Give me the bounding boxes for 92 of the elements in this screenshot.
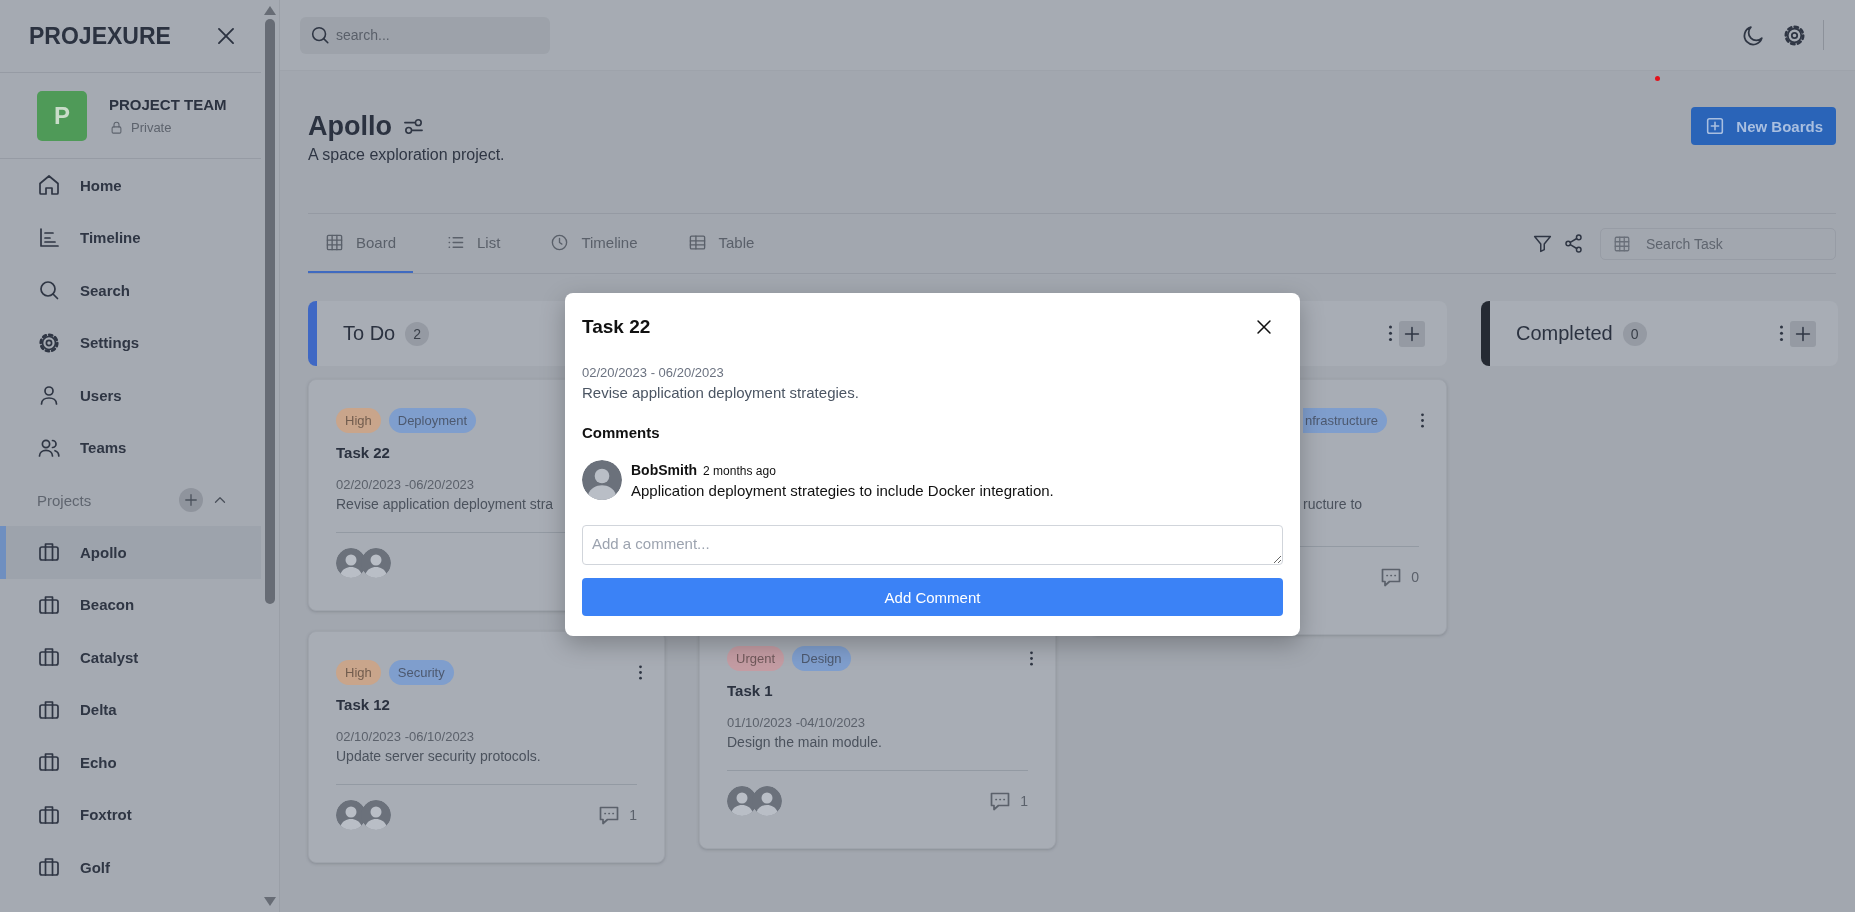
section-label: Projects [37, 491, 93, 509]
count-badge: 2 [405, 321, 430, 346]
comment-field[interactable]: Add a comment... [582, 525, 1283, 565]
avatar [727, 785, 757, 816]
add-project-button[interactable] [179, 488, 203, 512]
table-icon [687, 233, 707, 252]
column-title: To Do [343, 322, 396, 345]
nav-item[interactable]: Settings [0, 316, 262, 369]
nav-item[interactable]: Search [0, 264, 262, 317]
app-logo: PROJEXURE [29, 22, 171, 50]
kebab-icon [1388, 325, 1393, 342]
tag: Deployment [388, 407, 477, 433]
tab[interactable]: Timeline [533, 214, 655, 273]
filter-icon [1532, 233, 1553, 254]
gear-icon [37, 330, 61, 355]
task-dates: 02/10/2023 -06/10/2023 [336, 729, 475, 744]
project-item[interactable]: Beacon [0, 578, 262, 631]
comments-heading: Comments [582, 424, 661, 441]
task-description: Design the main module. [727, 734, 882, 750]
kebab-icon [1420, 412, 1425, 428]
grid-icon [325, 233, 344, 252]
comment-time: 2 months ago [703, 464, 776, 478]
comment-count: 1 [1020, 792, 1028, 809]
visibility-label: Private [131, 120, 172, 135]
task-dates: 02/20/2023 - 06/20/2023 [582, 365, 725, 380]
task-dates: 02/20/2023 -06/20/2023 [336, 477, 475, 492]
grid-icon [1613, 234, 1631, 253]
add-card-button[interactable] [1790, 320, 1816, 347]
avatar [336, 547, 366, 578]
task-search-field[interactable]: Search Task [1600, 227, 1836, 260]
tag: High [336, 659, 381, 685]
task-title: Task 22 [336, 444, 390, 461]
project-description: A space exploration project. [308, 146, 505, 164]
task-card[interactable]: High Security Task 12 02/10/2023 -06/10/2023 Update server security protocols. 1 [308, 631, 665, 863]
tag: nfrastructure [1303, 407, 1387, 433]
add-card-button[interactable] [1399, 320, 1425, 347]
project-item[interactable]: Apollo [0, 526, 262, 579]
project-item[interactable]: Delta [0, 683, 262, 736]
project-title: Apollo [308, 111, 392, 142]
avatar [361, 799, 391, 830]
tag: Design [792, 645, 851, 671]
search-field[interactable]: search... [300, 16, 550, 54]
clock-icon [550, 233, 570, 252]
avatar [361, 547, 391, 578]
project-item[interactable]: Golf [0, 841, 262, 894]
comment-count: 1 [629, 806, 637, 823]
filter-button[interactable] [1532, 233, 1553, 254]
menu-button[interactable] [1388, 325, 1393, 342]
avatar [582, 460, 622, 500]
nav-item[interactable]: Home [0, 159, 262, 212]
menu-button[interactable] [1029, 650, 1034, 666]
task-description: Update server security protocols. [336, 748, 541, 764]
share-icon [1563, 233, 1584, 254]
column-title: Completed [1516, 322, 1613, 345]
share-button[interactable] [1563, 233, 1584, 254]
task-description: ructure to [1303, 496, 1363, 512]
team-name: PROJECT TEAM [109, 96, 227, 113]
task-title: Task 12 [336, 696, 390, 713]
comment-count: 0 [1411, 568, 1419, 585]
plus-icon [182, 491, 200, 509]
dialog-title: Task 22 [582, 316, 651, 338]
team-logo: P [37, 90, 87, 141]
add-comment-button[interactable]: Add Comment [582, 578, 1283, 616]
chart-icon [37, 225, 61, 250]
avatar [752, 785, 782, 816]
menu-button[interactable] [638, 664, 643, 680]
tag: Urgent [727, 645, 785, 671]
kebab-icon [638, 664, 643, 680]
home-icon [37, 173, 61, 198]
lock-icon [109, 120, 124, 135]
nav-item[interactable]: Teams [0, 421, 262, 474]
count-badge: 0 [1622, 321, 1647, 346]
menu-button[interactable] [1420, 412, 1425, 428]
nav-item[interactable]: Users [0, 369, 262, 422]
tab[interactable]: Table [670, 214, 772, 273]
project-item[interactable]: Foxtrot [0, 788, 262, 841]
tag: Security [388, 659, 454, 685]
task-dates: 01/10/2023 -04/10/2023 [727, 715, 866, 730]
task-title: Task 1 [727, 682, 773, 699]
kebab-icon [1779, 325, 1784, 342]
new-boards-button[interactable]: New Boards [1691, 107, 1836, 145]
kebab-icon [1029, 650, 1034, 666]
avatar [336, 799, 366, 830]
project-item[interactable]: Echo [0, 736, 262, 789]
tab[interactable]: Board [308, 214, 414, 273]
nav-item[interactable]: Timeline [0, 211, 262, 264]
tab[interactable]: List [429, 214, 518, 273]
tag: High [336, 407, 381, 433]
project-item[interactable]: Catalyst [0, 631, 262, 684]
task-description: Revise application deployment stra [336, 496, 554, 512]
notification-dot [1655, 76, 1660, 81]
menu-button[interactable] [1779, 325, 1784, 342]
